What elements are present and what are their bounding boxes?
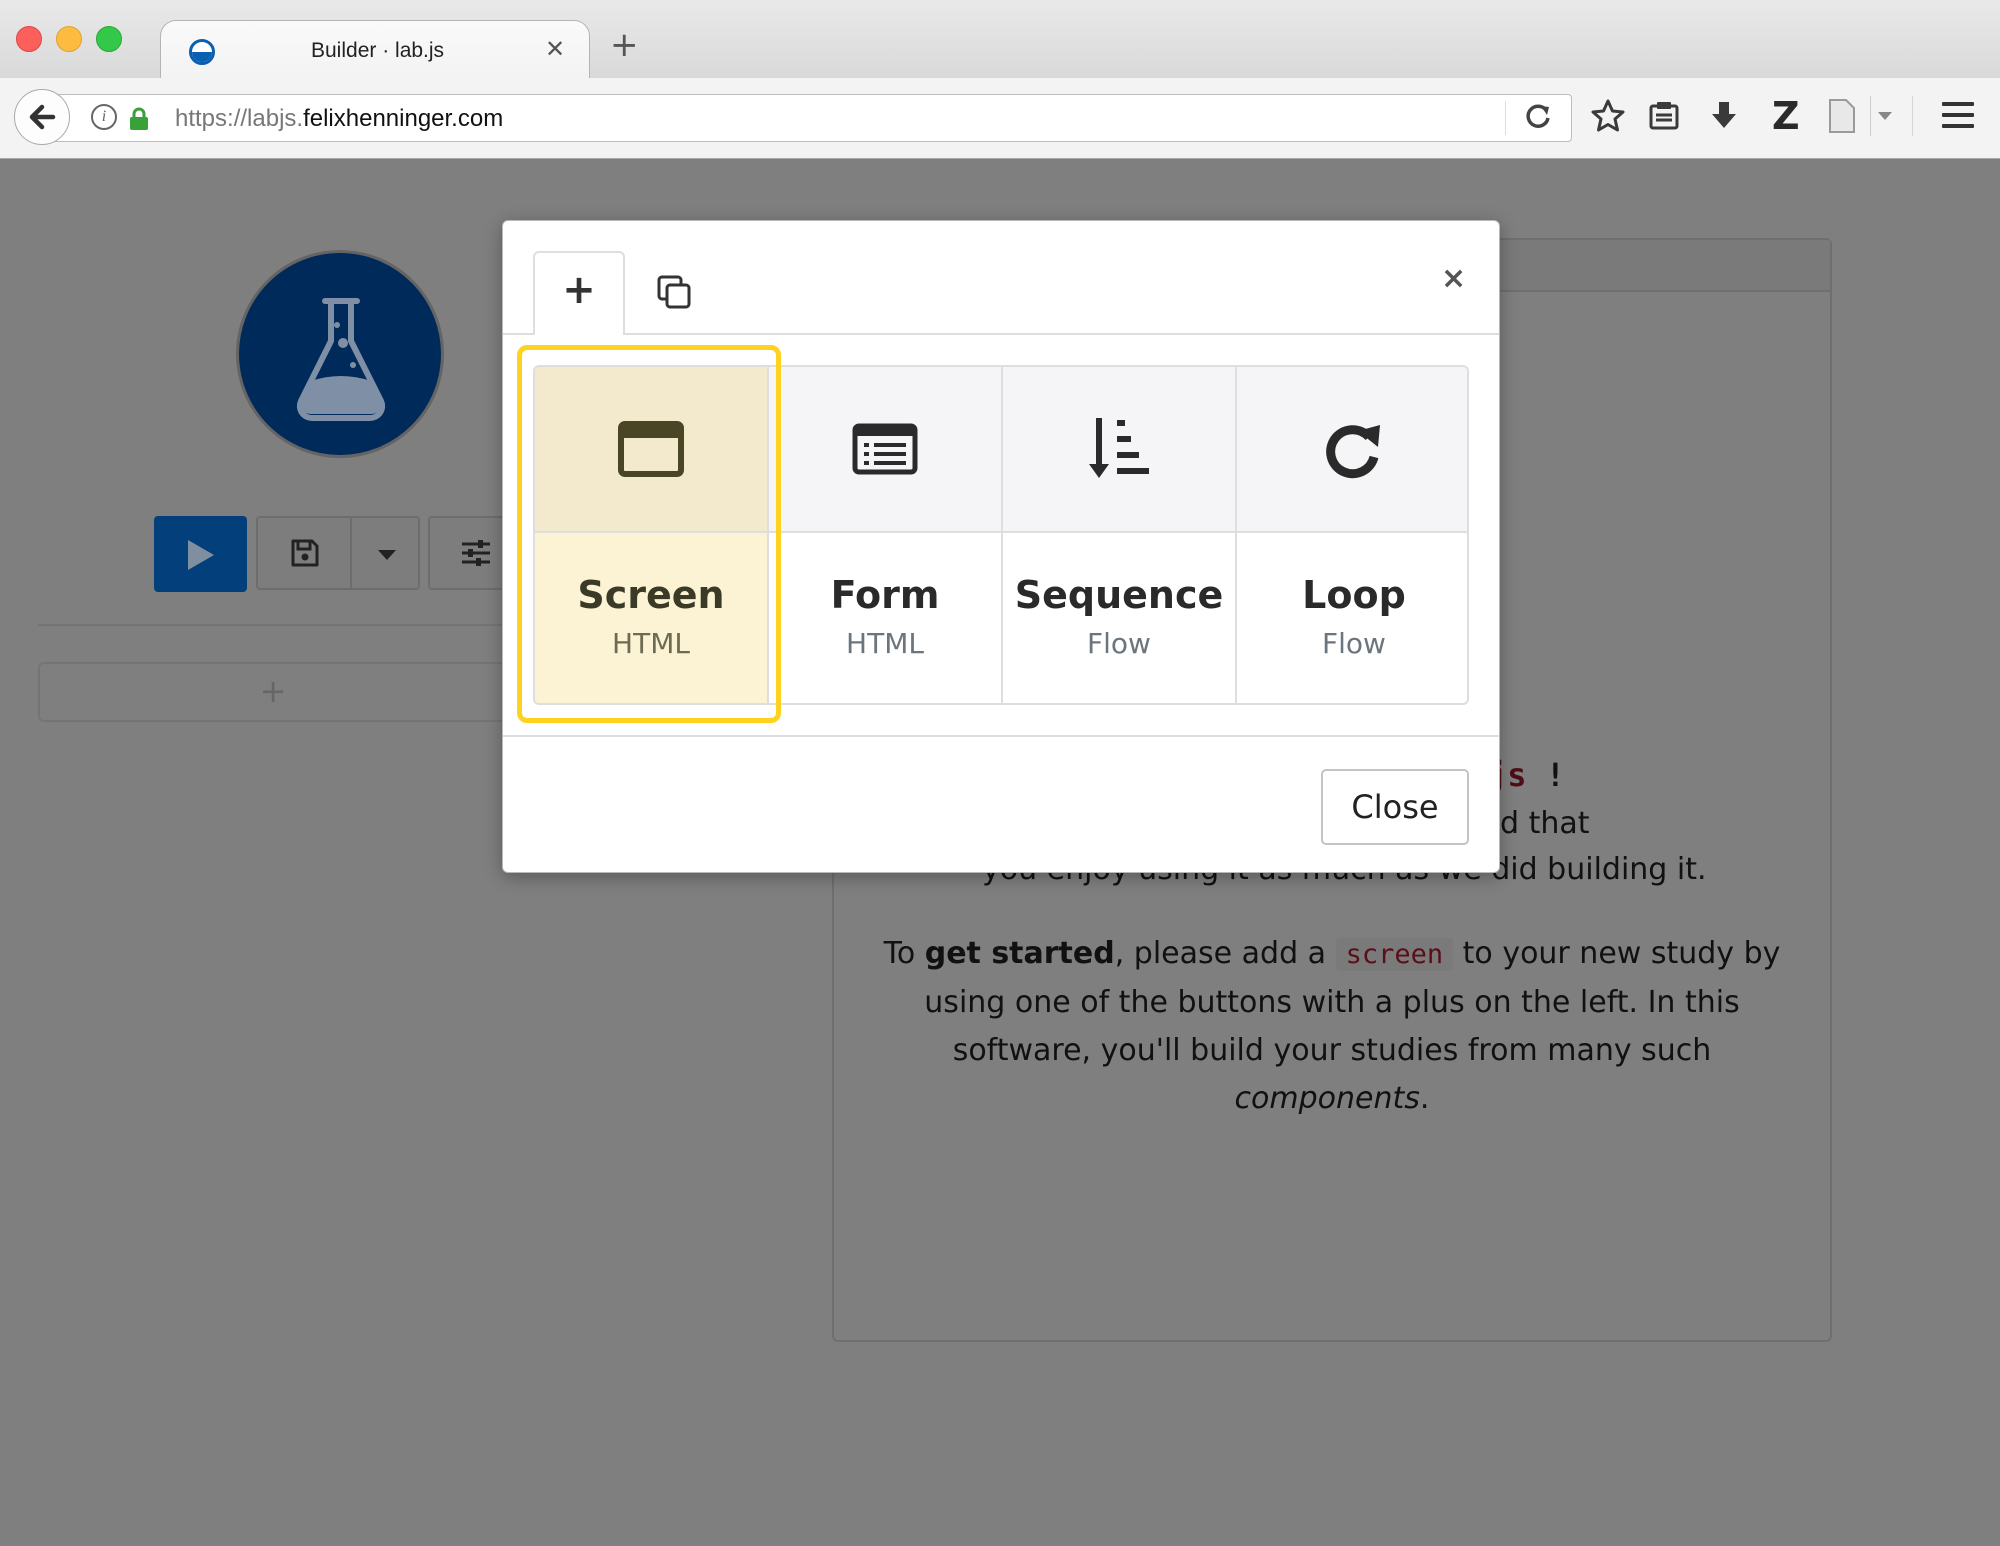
para-text: To [883,936,925,971]
modal-footer-divider [503,735,1499,737]
plus-icon: + [562,267,596,313]
save-options-dropdown[interactable] [350,516,420,590]
browser-tab[interactable]: Builder · lab.js ✕ [160,20,590,83]
caret-down-icon[interactable] [1878,112,1892,120]
page-icon[interactable] [1826,98,1858,134]
url-bar[interactable]: i https://labjs.felixhenninger.com [52,94,1572,142]
new-tab-icon[interactable]: + [610,28,639,62]
hamburger-menu-icon[interactable] [1942,102,1974,132]
reading-list-icon[interactable] [1648,100,1680,132]
minimize-window-icon[interactable] [56,26,82,52]
option-subtitle: Flow [1087,627,1151,660]
run-study-button[interactable] [154,516,247,592]
save-button[interactable] [256,516,352,590]
tab-close-icon[interactable]: ✕ [545,35,565,63]
flask-logo [236,250,444,458]
download-icon[interactable] [1708,100,1740,132]
option-title: Sequence [1014,573,1224,617]
option-subtitle: Flow [1322,627,1386,660]
option-icon-area [1003,367,1235,533]
add-component-button[interactable]: + [38,662,508,722]
close-button[interactable]: Close [1321,769,1469,845]
sequence-option[interactable]: Sequence Flow [1003,367,1237,703]
tab-strip: Builder · lab.js ✕ + [0,0,2000,83]
caret-down-icon [378,550,396,560]
zotero-icon[interactable]: Z [1772,94,1800,138]
para-bold-text: get started [924,936,1115,971]
flask-logo-icon [296,298,386,422]
back-button[interactable] [14,89,70,145]
para-em-text: components [1234,1081,1420,1116]
duplicate-icon [657,275,691,309]
save-icon [291,539,319,567]
para-text: , please add a [1114,936,1336,971]
bookmark-star-icon[interactable] [1590,98,1626,134]
welcome-heading-punct: ! [1526,756,1566,794]
sort-amount-icon [1089,418,1149,478]
add-component-modal: + × Screen HTML Form HTML Sequence Flow … [502,220,1500,873]
option-subtitle: HTML [846,627,924,660]
sliders-icon [462,540,490,566]
toolbar-separator [1870,96,1871,136]
url-domain: felixhenninger.com [303,105,504,132]
screen-code: screen [1335,938,1454,971]
form-list-icon [852,423,918,475]
sidebar-divider [38,624,508,626]
reload-icon[interactable] [1523,101,1553,131]
browser-chrome: Builder · lab.js ✕ + i https://labjs.fel… [0,0,2000,159]
labjs-favicon-icon [189,39,215,65]
form-option[interactable]: Form HTML [769,367,1003,703]
para-text: . [1419,1081,1430,1116]
option-icon-area [1237,367,1467,533]
close-window-icon[interactable] [16,26,42,52]
study-options-button[interactable] [428,516,508,590]
info-icon[interactable]: i [91,104,117,130]
url-prefix: https://labjs. [175,105,304,132]
toolbar-separator [1912,96,1913,136]
url-separator [1505,101,1506,135]
loop-option[interactable]: Loop Flow [1237,367,1467,703]
get-started-paragraph: To get started, please add a screen to y… [872,930,1792,1123]
redo-icon [1326,425,1380,479]
back-arrow-icon [29,104,56,130]
tab-add-new[interactable]: + [533,251,625,335]
lock-icon [130,107,148,130]
url-text[interactable]: https://labjs.felixhenninger.com [175,105,503,133]
plus-icon: + [259,672,287,710]
option-title: Loop [1302,573,1406,617]
tab-title: Builder · lab.js [311,39,445,62]
tab-duplicate[interactable] [655,273,695,313]
modal-tabs-divider [503,333,1499,335]
modal-close-icon[interactable]: × [1441,261,1466,296]
option-title: Form [830,573,940,617]
screen-option-highlight [517,345,781,723]
zoom-window-icon[interactable] [96,26,122,52]
play-icon [188,540,214,570]
navigation-bar: i https://labjs.felixhenninger.com Z [0,78,2000,158]
option-icon-area [769,367,1001,533]
welcome-text-line: d that [1500,806,1590,841]
